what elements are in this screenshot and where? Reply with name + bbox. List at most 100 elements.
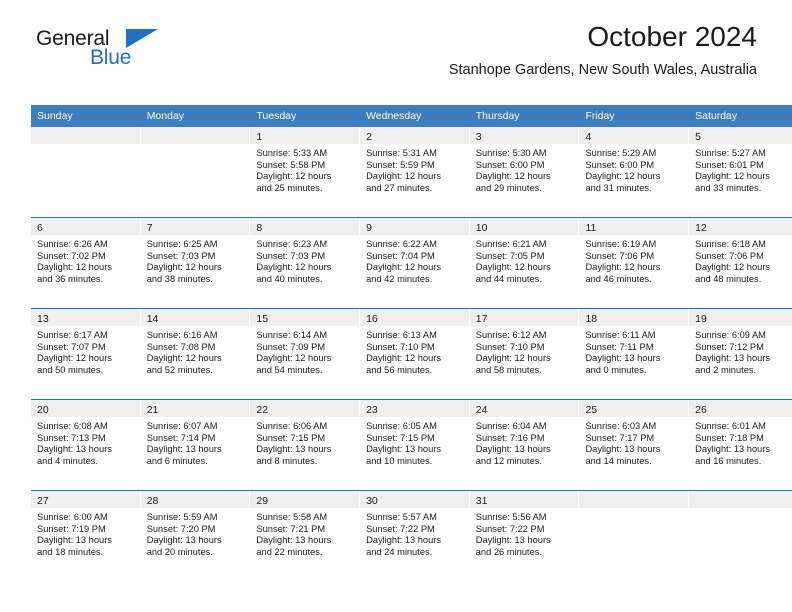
sunset-text: Sunset: 7:10 PM bbox=[366, 341, 435, 352]
sunrise-text: Sunrise: 5:27 AM bbox=[695, 148, 766, 158]
calendar-day-cell[interactable]: 16 Sunrise: 6:13 AM Sunset: 7:10 PM Dayligh… bbox=[360, 308, 470, 400]
calendar-day-cell[interactable]: 31 Sunrise: 5:56 AM Sunset: 7:22 PM Dayligh… bbox=[469, 490, 580, 581]
calendar-day-cell[interactable]: 17 Sunrise: 6:12 AM Sunset: 7:10 PM Dayligh… bbox=[469, 308, 580, 400]
weekday-header-tuesday: Tuesday bbox=[250, 105, 361, 127]
daylight-text-line2: and 56 minutes. bbox=[366, 364, 433, 375]
day-number-band: 31 bbox=[469, 491, 579, 508]
calendar-day-cell[interactable]: 4 Sunrise: 5:29 AM Sunset: 6:00 PM Daylight… bbox=[579, 127, 690, 218]
calendar-day-cell[interactable]: 9 Sunrise: 6:22 AM Sunset: 7:04 PM Daylight… bbox=[360, 217, 470, 309]
day-number: 8 bbox=[256, 222, 263, 234]
calendar-day-cell[interactable]: 12 Sunrise: 6:18 AM Sunset: 7:06 PM Dayligh… bbox=[689, 217, 792, 309]
day-cell-inner: 15 Sunrise: 6:14 AM Sunset: 7:09 PM Dayligh… bbox=[250, 309, 360, 399]
calendar-day-cell[interactable]: 11 Sunrise: 6:19 AM Sunset: 7:06 PM Dayligh… bbox=[579, 217, 690, 309]
calendar-day-cell[interactable]: 24 Sunrise: 6:04 AM Sunset: 7:16 PM Dayligh… bbox=[469, 399, 580, 491]
day-details: Sunrise: 6:19 AM Sunset: 7:06 PM Daylight:… bbox=[579, 235, 689, 285]
daylight-text-line2: and 42 minutes. bbox=[366, 273, 433, 284]
day-number: 24 bbox=[475, 404, 488, 416]
day-cell-inner: 14 Sunrise: 6:16 AM Sunset: 7:08 PM Dayligh… bbox=[140, 309, 251, 399]
calendar-day-cell[interactable]: 25 Sunrise: 6:03 AM Sunset: 7:17 PM Dayligh… bbox=[579, 399, 690, 491]
calendar-day-cell[interactable]: 22 Sunrise: 6:06 AM Sunset: 7:15 PM Dayligh… bbox=[250, 399, 361, 491]
calendar-week-row: 13 Sunrise: 6:17 AM Sunset: 7:07 PM Dayligh… bbox=[31, 308, 792, 400]
sunrise-text: Sunrise: 6:21 AM bbox=[475, 239, 547, 249]
calendar-day-cell[interactable]: 21 Sunrise: 6:07 AM Sunset: 7:14 PM Dayligh… bbox=[140, 399, 251, 491]
daylight-text-line1: Daylight: 13 hours bbox=[585, 353, 661, 364]
calendar-day-cell[interactable]: 18 Sunrise: 6:11 AM Sunset: 7:11 PM Dayligh… bbox=[579, 308, 690, 400]
daylight-text-line2: and 52 minutes. bbox=[146, 364, 213, 375]
day-number: 9 bbox=[366, 222, 372, 234]
day-number: 10 bbox=[475, 222, 488, 234]
sunrise-text: Sunrise: 6:26 AM bbox=[37, 239, 108, 249]
brand-logo[interactable]: General Blue bbox=[31, 26, 291, 86]
sunset-text: Sunset: 6:01 PM bbox=[695, 159, 764, 170]
day-number-band: 20 bbox=[31, 400, 140, 417]
calendar-day-cell[interactable]: 5 Sunrise: 5:27 AM Sunset: 6:01 PM Daylight… bbox=[689, 127, 792, 218]
daylight-text-line2: and 2 minutes. bbox=[695, 364, 757, 375]
day-cell-inner bbox=[579, 491, 689, 581]
calendar-day-cell[interactable]: 29 Sunrise: 5:58 AM Sunset: 7:21 PM Dayligh… bbox=[250, 490, 361, 581]
calendar-day-cell[interactable]: 26 Sunrise: 6:01 AM Sunset: 7:18 PM Dayligh… bbox=[689, 399, 792, 491]
calendar-day-cell[interactable]: 23 Sunrise: 6:05 AM Sunset: 7:15 PM Dayligh… bbox=[360, 399, 470, 491]
daylight-text-line1: Daylight: 12 hours bbox=[256, 353, 332, 364]
calendar-day-cell-empty bbox=[140, 127, 251, 218]
calendar-day-cell[interactable]: 15 Sunrise: 6:14 AM Sunset: 7:09 PM Dayligh… bbox=[250, 308, 361, 400]
sunset-text: Sunset: 7:11 PM bbox=[585, 341, 654, 352]
sunset-text: Sunset: 7:19 PM bbox=[37, 523, 106, 534]
calendar-day-cell[interactable]: 10 Sunrise: 6:21 AM Sunset: 7:05 PM Dayligh… bbox=[469, 217, 580, 309]
day-number-band: 10 bbox=[469, 218, 579, 235]
day-number: 21 bbox=[146, 404, 159, 416]
page-subtitle: Stanhope Gardens, New South Wales, Austr… bbox=[448, 61, 757, 78]
calendar-week-row: 6 Sunrise: 6:26 AM Sunset: 7:02 PM Daylight… bbox=[31, 217, 792, 309]
sunrise-text: Sunrise: 5:57 AM bbox=[366, 512, 437, 522]
calendar-day-cell[interactable]: 28 Sunrise: 5:59 AM Sunset: 7:20 PM Dayligh… bbox=[140, 490, 251, 581]
calendar-day-cell[interactable]: 20 Sunrise: 6:08 AM Sunset: 7:13 PM Dayligh… bbox=[31, 399, 141, 491]
sunrise-text: Sunrise: 6:18 AM bbox=[695, 239, 766, 249]
day-cell-inner: 13 Sunrise: 6:17 AM Sunset: 7:07 PM Dayligh… bbox=[31, 309, 141, 399]
sunset-text: Sunset: 7:06 PM bbox=[695, 250, 764, 261]
day-cell-inner: 29 Sunrise: 5:58 AM Sunset: 7:21 PM Dayligh… bbox=[250, 491, 360, 581]
day-number-band bbox=[140, 127, 250, 144]
daylight-text-line2: and 18 minutes. bbox=[37, 546, 104, 557]
day-number-band: 5 bbox=[689, 127, 792, 144]
sunset-text: Sunset: 7:03 PM bbox=[146, 250, 216, 261]
day-number-band: 22 bbox=[250, 400, 360, 417]
calendar-day-cell[interactable]: 8 Sunrise: 6:23 AM Sunset: 7:03 PM Daylight… bbox=[250, 217, 361, 309]
daylight-text-line1: Daylight: 13 hours bbox=[256, 444, 332, 455]
day-number: 30 bbox=[366, 495, 378, 507]
day-number: 17 bbox=[475, 313, 488, 325]
weekday-header-monday: Monday bbox=[140, 105, 251, 127]
day-details: Sunrise: 5:59 AM Sunset: 7:20 PM Daylight:… bbox=[141, 508, 251, 558]
daylight-text-line1: Daylight: 13 hours bbox=[146, 444, 222, 455]
daylight-text-line1: Daylight: 13 hours bbox=[37, 535, 112, 546]
day-details: Sunrise: 5:30 AM Sunset: 6:00 PM Daylight:… bbox=[470, 144, 580, 194]
day-cell-inner: 10 Sunrise: 6:21 AM Sunset: 7:05 PM Dayligh… bbox=[469, 218, 580, 308]
day-details: Sunrise: 6:25 AM Sunset: 7:03 PM Daylight:… bbox=[141, 235, 251, 285]
sunset-text: Sunset: 5:59 PM bbox=[366, 159, 435, 170]
daylight-text-line1: Daylight: 12 hours bbox=[37, 262, 112, 273]
calendar-day-cell[interactable]: 1 Sunrise: 5:33 AM Sunset: 5:58 PM Daylight… bbox=[250, 127, 361, 218]
calendar-day-cell[interactable]: 2 Sunrise: 5:31 AM Sunset: 5:59 PM Daylight… bbox=[360, 127, 470, 218]
calendar-day-cell[interactable]: 7 Sunrise: 6:25 AM Sunset: 7:03 PM Daylight… bbox=[140, 217, 251, 309]
day-number: 27 bbox=[37, 495, 49, 507]
day-details: Sunrise: 6:21 AM Sunset: 7:05 PM Daylight:… bbox=[470, 235, 580, 285]
daylight-text-line1: Daylight: 13 hours bbox=[256, 535, 332, 546]
calendar-day-cell[interactable]: 3 Sunrise: 5:30 AM Sunset: 6:00 PM Daylight… bbox=[469, 127, 580, 218]
calendar-day-cell[interactable]: 19 Sunrise: 6:09 AM Sunset: 7:12 PM Dayligh… bbox=[689, 308, 792, 400]
day-cell-inner: 27 Sunrise: 6:00 AM Sunset: 7:19 PM Dayligh… bbox=[31, 491, 141, 581]
calendar-day-cell[interactable]: 13 Sunrise: 6:17 AM Sunset: 7:07 PM Dayligh… bbox=[31, 308, 141, 400]
calendar-day-cell-empty bbox=[689, 490, 792, 581]
sunset-text: Sunset: 7:14 PM bbox=[146, 432, 216, 443]
day-number: 22 bbox=[256, 404, 269, 416]
day-details: Sunrise: 6:04 AM Sunset: 7:16 PM Daylight:… bbox=[470, 417, 580, 467]
daylight-text-line2: and 22 minutes. bbox=[256, 546, 323, 557]
day-number-band: 23 bbox=[360, 400, 469, 417]
day-number-band: 27 bbox=[31, 491, 140, 508]
daylight-text-line1: Daylight: 12 hours bbox=[585, 262, 661, 273]
calendar-day-cell[interactable]: 14 Sunrise: 6:16 AM Sunset: 7:08 PM Dayligh… bbox=[140, 308, 251, 400]
calendar-day-cell[interactable]: 30 Sunrise: 5:57 AM Sunset: 7:22 PM Dayligh… bbox=[360, 490, 470, 581]
day-number-band: 7 bbox=[140, 218, 250, 235]
sunrise-text: Sunrise: 6:17 AM bbox=[37, 330, 108, 340]
sunset-text: Sunset: 7:15 PM bbox=[256, 432, 326, 443]
calendar-day-cell[interactable]: 27 Sunrise: 6:00 AM Sunset: 7:19 PM Dayligh… bbox=[31, 490, 141, 581]
calendar-day-cell[interactable]: 6 Sunrise: 6:26 AM Sunset: 7:02 PM Daylight… bbox=[31, 217, 141, 309]
daylight-text-line1: Daylight: 12 hours bbox=[475, 171, 551, 182]
